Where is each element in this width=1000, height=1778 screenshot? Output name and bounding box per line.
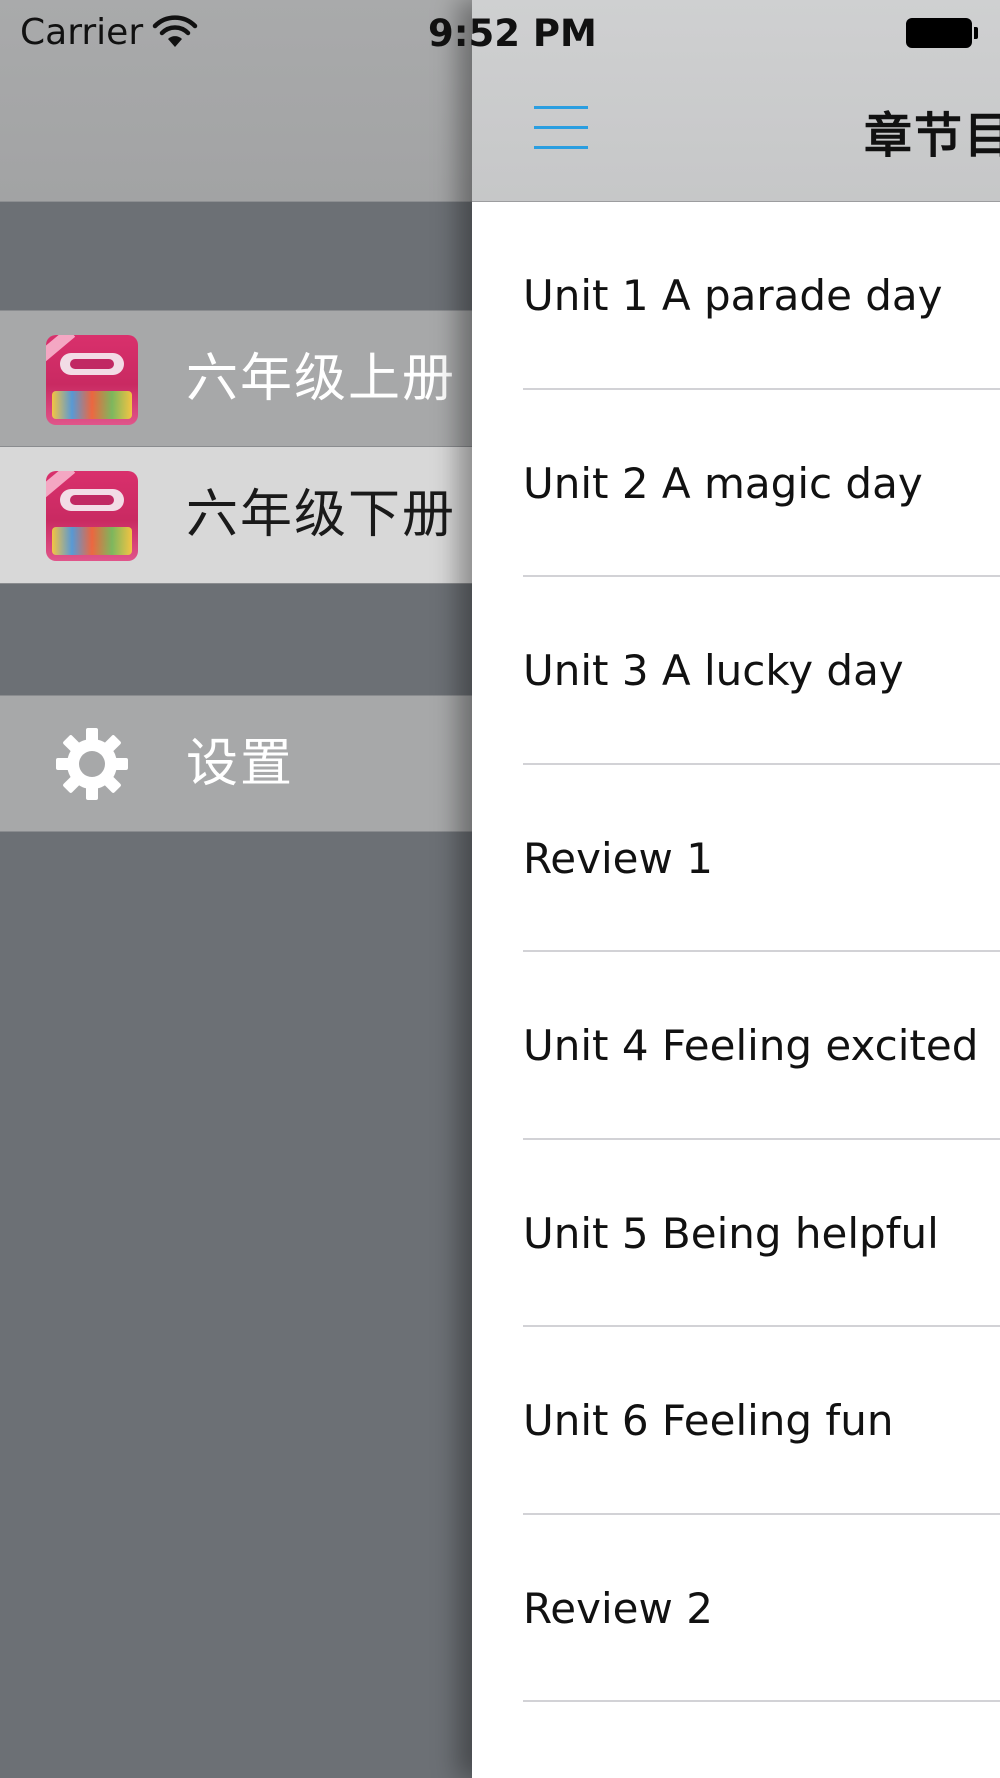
chapter-title: Unit 6 Feeling fun (523, 1396, 894, 1445)
chapter-title: Unit 4 Feeling excited (523, 1021, 979, 1070)
list-item[interactable]: Unit 1 A parade day (472, 202, 1000, 390)
navigation-bar: 章节目 (472, 0, 1000, 202)
list-item[interactable]: Review 2 (472, 1515, 1000, 1702)
sidebar-item-book-grade6-vol2[interactable]: 六年级下册 (0, 447, 472, 584)
book-cover-icon (46, 335, 138, 425)
divider (523, 1700, 1000, 1702)
chapter-list: Unit 1 A parade day Unit 2 A magic day U… (472, 202, 1000, 1702)
list-item[interactable]: Unit 5 Being helpful (472, 1140, 1000, 1327)
sidebar-item-label: 设置 (186, 734, 295, 794)
sidebar-item-book-grade6-vol1[interactable]: 六年级上册 (0, 310, 472, 447)
sidebar: 六年级上册 六年级下册 设置 (0, 0, 472, 1778)
chapter-title: Unit 5 Being helpful (523, 1208, 939, 1258)
page-title: 章节目 (864, 108, 1000, 164)
list-item[interactable]: Unit 3 A lucky day (472, 577, 1000, 765)
gear-icon (56, 728, 128, 800)
list-item[interactable]: Review 1 (472, 765, 1000, 952)
chapter-title: Review 2 (523, 1583, 713, 1633)
sidebar-item-settings[interactable]: 设置 (0, 695, 472, 832)
main-panel: 章节目 Unit 1 A parade day Unit 2 A magic d… (472, 0, 1000, 1778)
chapter-title: Review 1 (523, 833, 713, 883)
chapter-title: Unit 1 A parade day (523, 271, 943, 320)
chapter-title: Unit 2 A magic day (523, 458, 923, 508)
hamburger-menu-icon[interactable] (534, 104, 588, 152)
sidebar-item-label: 六年级下册 (186, 485, 457, 545)
list-item[interactable]: Unit 2 A magic day (472, 390, 1000, 577)
list-item[interactable]: Unit 6 Feeling fun (472, 1327, 1000, 1515)
sidebar-item-label: 六年级上册 (186, 349, 457, 409)
list-item[interactable]: Unit 4 Feeling excited (472, 952, 1000, 1140)
sidebar-header (0, 0, 472, 202)
book-cover-icon (46, 471, 138, 561)
chapter-title: Unit 3 A lucky day (523, 646, 904, 695)
